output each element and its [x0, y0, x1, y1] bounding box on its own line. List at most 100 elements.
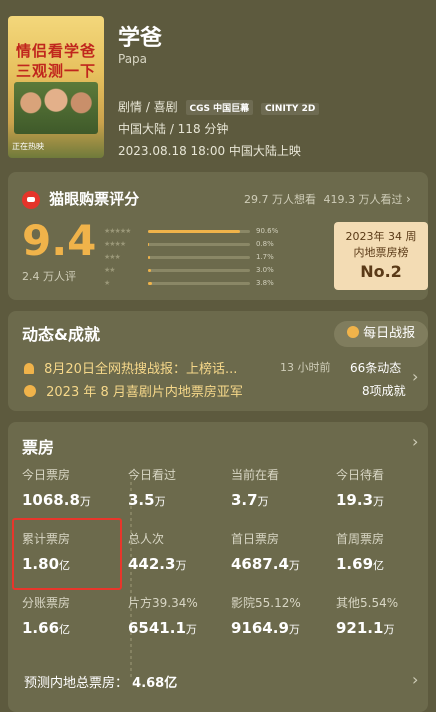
box-office-cell[interactable]: 今日待看 19.3万	[336, 466, 384, 509]
want-to-see-count: 29.7 万人想看	[244, 193, 316, 206]
rating-bar-percent: 3.8%	[256, 279, 274, 287]
achievement-count: 8项成就	[362, 384, 406, 398]
box-office-cell[interactable]: 分账票房 1.66亿	[22, 594, 70, 637]
rating-bar-percent: 1.7%	[256, 253, 274, 261]
rating-bar-track	[148, 269, 250, 272]
daily-report-label: 每日战报	[363, 326, 416, 341]
rating-bar-row: ★★ 3.0%	[104, 266, 290, 277]
poster-bottom-text: 正在热映	[12, 142, 44, 151]
box-office-cell[interactable]: 首周票房 1.69亿	[336, 530, 384, 573]
rating-bar-row: ★★★★ 0.8%	[104, 240, 290, 251]
poster-line-2: 三观测一下	[15, 62, 96, 80]
rating-bar-track	[148, 230, 250, 233]
box-office-cell-value: 3.5万	[128, 491, 166, 509]
box-office-cell-value: 1.66亿	[22, 619, 71, 637]
rating-bar-row: ★★★★★ 90.6%	[104, 227, 290, 238]
movie-region-runtime: 中国大陆 / 118 分钟	[118, 122, 229, 136]
forecast-label: 预测内地总票房：	[24, 676, 129, 691]
box-office-cell[interactable]: 当前在看 3.7万	[231, 466, 279, 509]
rank-badge[interactable]: 2023年 34 周 内地票房榜 No.2	[334, 222, 428, 290]
tag-cinity: CINITY 2D	[260, 103, 320, 115]
box-office-cell-value: 6541.1万	[128, 619, 197, 637]
news-row[interactable]: 8月20日全网热搜战报：上榜话... 13 小时前 66条动态	[24, 358, 424, 377]
box-office-cell-label: 总人次	[128, 532, 165, 546]
box-office-cell[interactable]: 首日票房 4687.4万	[231, 530, 300, 573]
daily-report-button[interactable]: 每日战报	[334, 321, 428, 347]
movie-genre-line: 剧情 / 喜剧 CGS 中国巨幕 CINITY 2D	[118, 98, 320, 115]
rating-bar-percent: 90.6%	[256, 227, 279, 235]
medal-icon	[346, 326, 359, 338]
rank-badge-rank: No.2	[360, 262, 402, 281]
box-office-cell-value: 442.3万	[128, 555, 187, 573]
rating-stats: 29.7 万人想看 419.3 万人看过 ›	[244, 191, 411, 207]
box-office-cell-label: 首日票房	[231, 532, 280, 546]
star-icons: ★★	[104, 266, 116, 274]
box-office-cell-value: 19.3万	[336, 491, 385, 509]
rating-bar-fill	[148, 243, 149, 246]
movie-subtitle: Papa	[118, 52, 148, 66]
box-office-cell[interactable]: 影院55.12% 9164.9万	[231, 594, 301, 637]
rating-bar-percent: 0.8%	[256, 240, 274, 248]
movie-poster[interactable]: 情侣看学爸 三观测一下 正在热映	[8, 16, 104, 158]
trophy-icon	[24, 385, 36, 397]
box-office-title: 票房	[22, 438, 55, 457]
box-office-cell-label: 今日看过	[128, 468, 177, 482]
box-office-cell[interactable]: 今日票房 1068.8万	[22, 466, 91, 509]
achievement-text: 2023 年 8 月喜剧片内地票房亚军	[46, 385, 243, 400]
box-office-cell-label: 影院55.12%	[231, 596, 301, 610]
chevron-right-icon: ›	[412, 432, 419, 451]
rating-header: 猫眼购票评分	[22, 188, 139, 209]
star-icons: ★★★	[104, 253, 121, 261]
bell-icon	[24, 363, 34, 374]
box-office-cell-label: 其他5.54%	[336, 596, 399, 610]
star-icons: ★★★★	[104, 240, 126, 248]
rating-bar-row: ★ 3.8%	[104, 279, 290, 290]
rating-count: 2.4 万人评	[22, 270, 76, 283]
forecast-value: 4.68亿	[132, 676, 178, 691]
box-office-cell[interactable]: 今日看过 3.5万	[128, 466, 176, 509]
rank-badge-chart: 内地票房榜	[353, 246, 409, 259]
rank-badge-week: 2023年 34 周	[345, 230, 417, 243]
rating-bar-fill	[148, 282, 152, 285]
star-icons: ★	[104, 279, 110, 287]
movie-genre: 剧情 / 喜剧	[118, 100, 178, 114]
box-office-cell-value: 1.69亿	[336, 555, 385, 573]
watched-count: 419.3 万人看过	[323, 193, 403, 206]
star-icons: ★★★★★	[104, 227, 131, 235]
news-time: 13 小时前	[280, 361, 331, 374]
rating-bar-track	[148, 282, 250, 285]
dynamics-title: 动态&成就	[22, 325, 100, 344]
news-text: 8月20日全网热搜战报：上榜话...	[44, 362, 238, 377]
rating-score: 9.4	[22, 216, 97, 265]
box-office-cell-label: 片方39.34%	[128, 596, 198, 610]
dynamics-card[interactable]: 动态&成就 每日战报 8月20日全网热搜战报：上榜话... 13 小时前 66条…	[8, 311, 428, 411]
maoyan-cat-icon	[22, 190, 40, 209]
poster-image	[14, 82, 98, 134]
rating-bar-track	[148, 243, 250, 246]
forecast-row[interactable]: 预测内地总票房： 4.68亿	[24, 672, 177, 691]
highlight-box	[12, 518, 122, 590]
rating-bar-percent: 3.0%	[256, 266, 274, 274]
box-office-cell[interactable]: 其他5.54% 921.1万	[336, 594, 398, 637]
box-office-cell-value: 9164.9万	[231, 619, 300, 637]
box-office-cell-label: 分账票房	[22, 596, 71, 610]
rating-bar-track	[148, 256, 250, 259]
box-office-cell-value: 4687.4万	[231, 555, 300, 573]
box-office-cell-value: 3.7万	[231, 491, 269, 509]
box-office-cell-label: 今日票房	[22, 468, 71, 482]
box-office-cell[interactable]: 片方39.34% 6541.1万	[128, 594, 198, 637]
rating-bar-fill	[148, 230, 241, 233]
rating-bar-fill	[148, 269, 152, 272]
box-office-cell-label: 今日待看	[336, 468, 385, 482]
news-count: 66条动态	[350, 361, 402, 375]
achievement-row[interactable]: 2023 年 8 月喜剧片内地票房亚军 8项成就	[24, 381, 424, 400]
tag-cgs: CGS 中国巨幕	[185, 100, 254, 115]
box-office-cell-label: 首周票房	[336, 532, 385, 546]
rating-bar-row: ★★★ 1.7%	[104, 253, 290, 264]
movie-release: 2023.08.18 18:00 中国大陆上映	[118, 144, 301, 158]
rating-title: 猫眼购票评分	[49, 190, 140, 208]
rating-card[interactable]: 猫眼购票评分 29.7 万人想看 419.3 万人看过 › 9.4 2.4 万人…	[8, 172, 428, 300]
rating-bar-fill	[148, 256, 150, 259]
box-office-cell[interactable]: 总人次 442.3万	[128, 530, 186, 573]
box-office-cell-value: 921.1万	[336, 619, 395, 637]
